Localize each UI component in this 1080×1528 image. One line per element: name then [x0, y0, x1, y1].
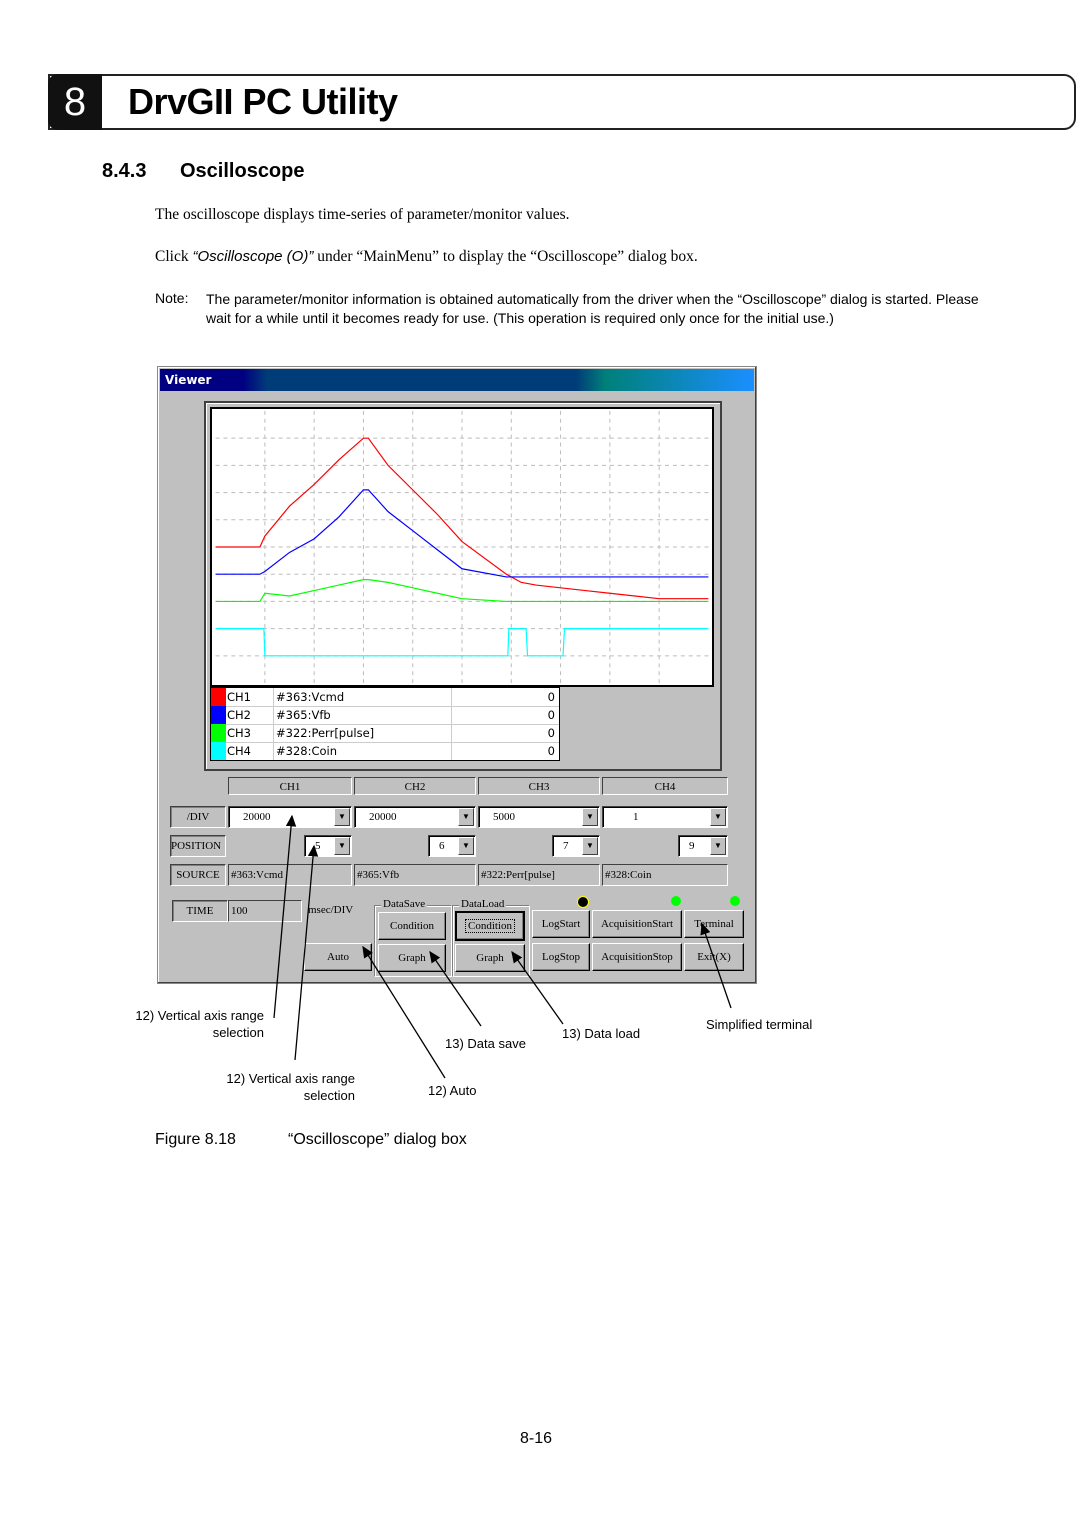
annotation-data-save: 13) Data save [445, 1036, 526, 1051]
annotation-text: selection [212, 1025, 264, 1040]
annotation-arrows [273, 814, 732, 1079]
annotation-vrange-1: 12) Vertical axis range selection [120, 1007, 264, 1041]
annotation-auto: 12) Auto [428, 1083, 477, 1098]
arrow-terminal [700, 922, 732, 1009]
arrow-vrange-2 [294, 844, 319, 1061]
arrow-data-save [429, 950, 482, 1027]
annotation-text: selection [303, 1088, 355, 1103]
annotation-vrange-2: 12) Vertical axis range selection [198, 1070, 355, 1104]
annotation-terminal: Simplified terminal [706, 1017, 813, 1032]
page-number: 8-16 [520, 1430, 553, 1447]
figure-caption: “Oscilloscope” dialog box [288, 1131, 467, 1148]
annotation-data-load: 13) Data load [562, 1026, 641, 1041]
arrow-data-load [511, 950, 564, 1025]
annotation-text: 12) Vertical axis range [226, 1071, 355, 1086]
arrow-auto [362, 945, 446, 1079]
annotation-text: 12) Vertical axis range [135, 1008, 264, 1023]
arrow-vrange-1 [273, 814, 297, 1019]
figure-number: Figure 8.18 [155, 1131, 236, 1148]
